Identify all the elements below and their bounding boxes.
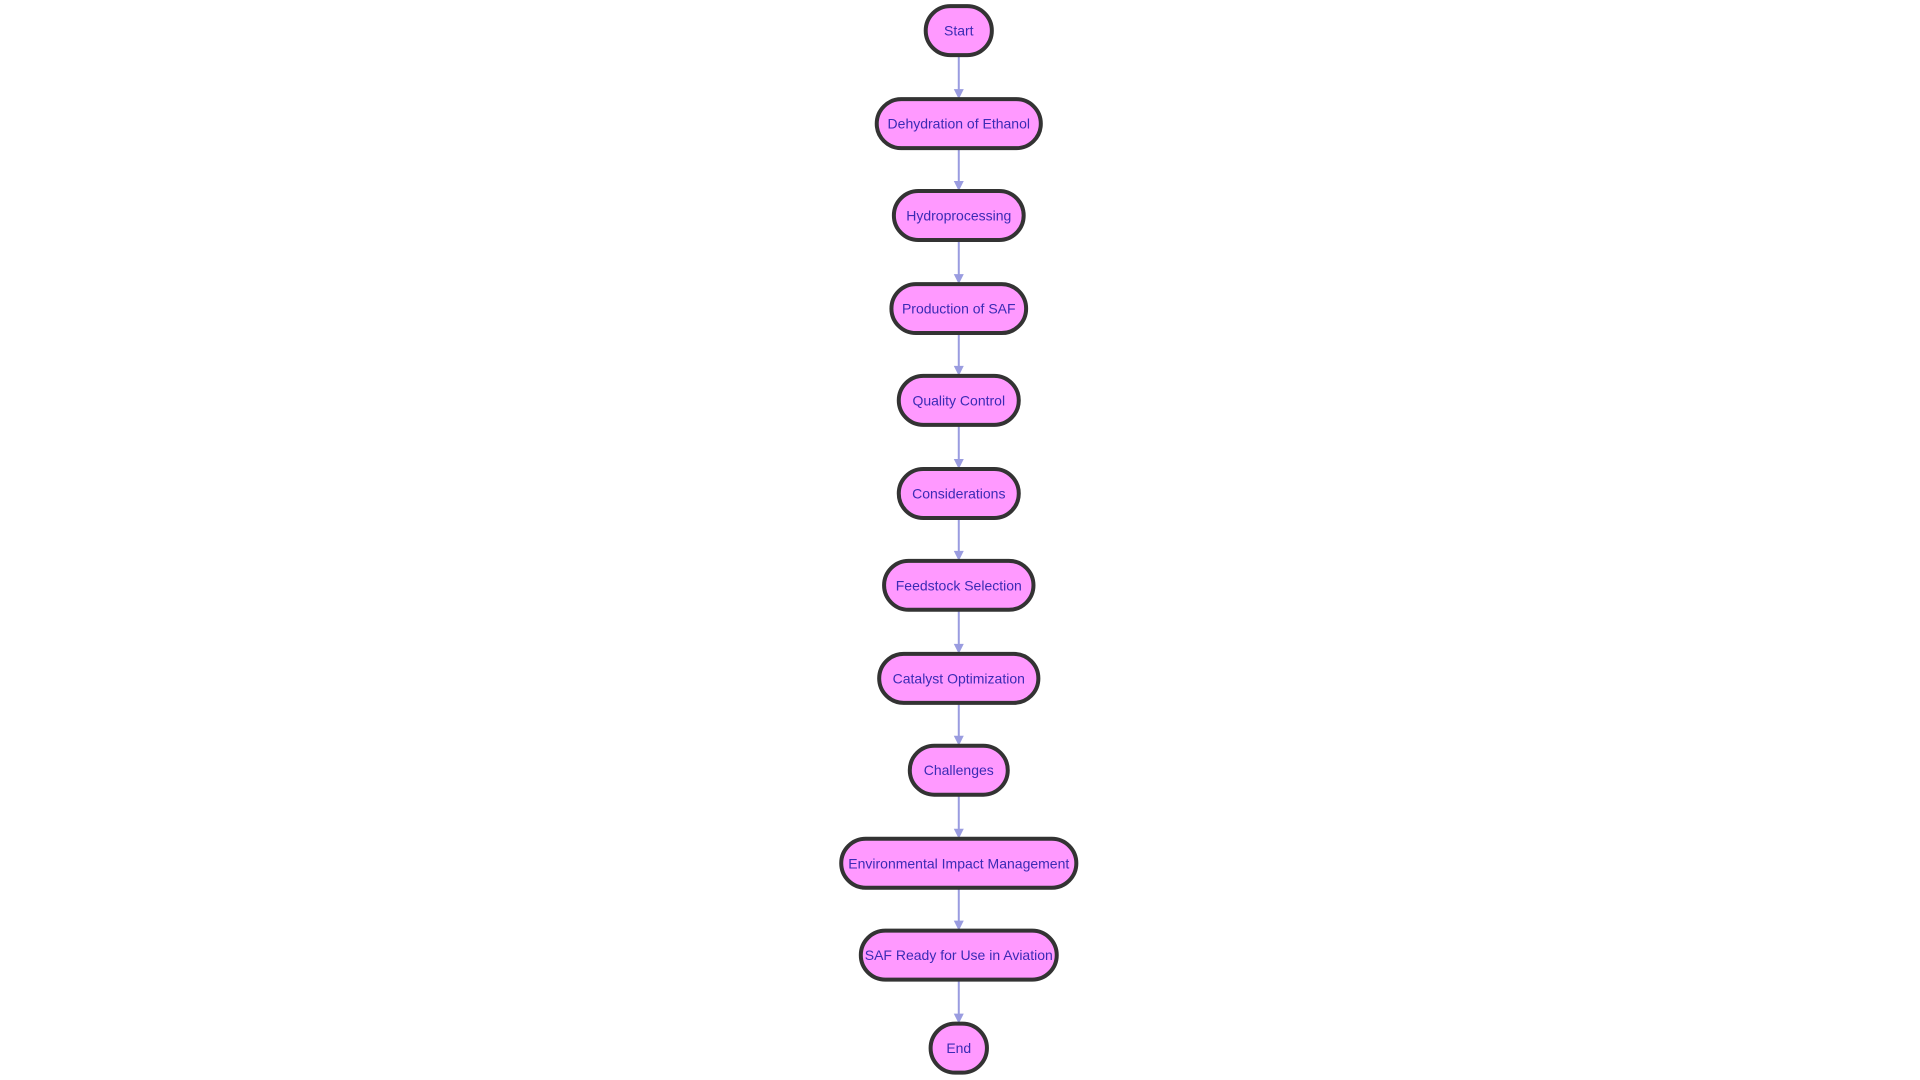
edge-saf-ready-to-end	[953, 979, 964, 1024]
node-saf-ready: SAF Ready for Use in Aviation	[858, 928, 1059, 982]
node-label: Feedstock Selection	[896, 577, 1022, 593]
node-environmental: Environmental Impact Management	[839, 836, 1079, 890]
edge-quality-to-considerations	[953, 424, 964, 469]
flowchart: Start Dehydration of Ethanol Hydroprocessi…	[839, 4, 1079, 1075]
node-challenges: Challenges	[907, 743, 1010, 797]
edge-considerations-to-feedstock	[953, 517, 964, 561]
node-label: Quality Control	[912, 392, 1005, 408]
edge-challenges-to-environmental	[953, 794, 964, 839]
edge-dehydration-to-hydroprocessing	[953, 148, 964, 192]
node-production: Production of SAF	[889, 282, 1029, 336]
node-label: Environmental Impact Management	[848, 855, 1069, 871]
edge-production-to-quality	[953, 333, 964, 376]
node-label: End	[946, 1040, 971, 1056]
node-label: Challenges	[924, 762, 994, 778]
edge-feedstock-to-catalyst	[953, 609, 964, 654]
node-label: Catalyst Optimization	[893, 670, 1025, 686]
edge-start-to-dehydration	[953, 55, 964, 100]
node-label: Dehydration of Ethanol	[888, 116, 1030, 132]
node-feedstock: Feedstock Selection	[882, 558, 1036, 612]
edge-hydroprocessing-to-production	[953, 240, 964, 285]
node-considerations: Considerations	[896, 466, 1021, 520]
node-dehydration: Dehydration of Ethanol	[874, 97, 1043, 151]
node-start: Start	[923, 4, 994, 58]
node-label: Considerations	[912, 485, 1005, 501]
node-end: End	[928, 1021, 989, 1075]
node-catalyst: Catalyst Optimization	[877, 651, 1041, 705]
node-label: Start	[944, 23, 974, 39]
edge-catalyst-to-challenges	[953, 702, 964, 746]
node-quality: Quality Control	[896, 373, 1021, 427]
edge-environmental-to-saf-ready	[953, 887, 964, 931]
node-label: SAF Ready for Use in Aviation	[865, 947, 1053, 963]
node-label: Production of SAF	[902, 301, 1016, 317]
node-label: Hydroprocessing	[906, 208, 1011, 224]
node-hydroprocessing: Hydroprocessing	[891, 189, 1026, 242]
